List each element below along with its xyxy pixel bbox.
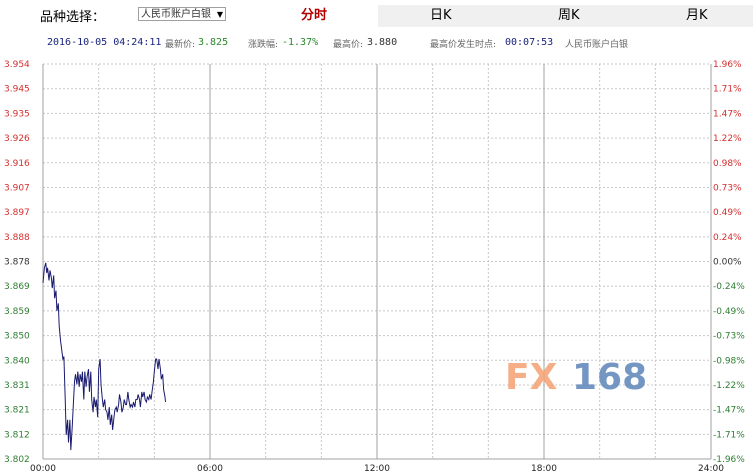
y-tick-label-left: 3.869: [4, 282, 30, 292]
y-tick-label-left: 3.888: [4, 233, 30, 243]
y-tick-label-right: -1.71%: [713, 430, 745, 440]
y-tick-label-right: 1.47%: [713, 109, 742, 119]
y-tick-label-left: 3.926: [4, 134, 30, 144]
y-tick-label-left: 3.831: [4, 381, 30, 391]
x-tick-label: 00:00: [30, 464, 56, 474]
y-tick-label-left: 3.812: [4, 430, 30, 440]
y-tick-label-left: 3.935: [4, 109, 30, 119]
y-tick-label-left: 3.821: [4, 406, 30, 416]
y-tick-label-left: 3.916: [4, 159, 30, 169]
y-tick-label-right: 1.22%: [713, 134, 742, 144]
y-tick-label-right: -0.98%: [713, 356, 745, 366]
x-tick-label: 12:00: [364, 464, 390, 474]
y-tick-label-right: 0.73%: [713, 183, 742, 193]
y-tick-label-right: 1.96%: [713, 60, 742, 70]
price-line: [42, 262, 166, 451]
y-tick-label-left: 3.840: [4, 356, 30, 366]
y-tick-label-left: 3.859: [4, 307, 30, 317]
y-tick-label-right: 0.49%: [713, 208, 742, 218]
y-tick-label-right: -0.49%: [713, 307, 745, 317]
y-tick-label-right: -0.24%: [713, 282, 745, 292]
watermark-fx: FX: [505, 357, 558, 398]
y-tick-label-left: 3.878: [4, 258, 30, 268]
y-tick-label-right: -1.22%: [713, 381, 745, 391]
x-tick-label: 06:00: [197, 464, 223, 474]
y-tick-label-right: 0.00%: [713, 258, 742, 268]
y-tick-label-right: -0.73%: [713, 332, 745, 342]
y-tick-label-left: 3.802: [4, 455, 30, 465]
watermark-168: 168: [572, 357, 647, 398]
y-tick-label-left: 3.945: [4, 85, 30, 95]
y-tick-label-right: -1.47%: [713, 406, 745, 416]
y-tick-label-left: 3.907: [4, 183, 30, 193]
x-tick-label: 18:00: [531, 464, 557, 474]
y-tick-label-right: 0.98%: [713, 159, 742, 169]
y-tick-label-right: 0.24%: [713, 233, 742, 243]
intraday-chart: FX 168 3.954 3.945 3.935 3.926 3.916 3.907 3.897…: [4, 60, 745, 474]
y-tick-label-left: 3.850: [4, 332, 30, 342]
y-tick-label-left: 3.954: [4, 60, 30, 70]
y-tick-label-right: 1.71%: [713, 85, 742, 95]
y-tick-label-left: 3.897: [4, 208, 30, 218]
x-tick-label: 24:00: [698, 464, 724, 474]
